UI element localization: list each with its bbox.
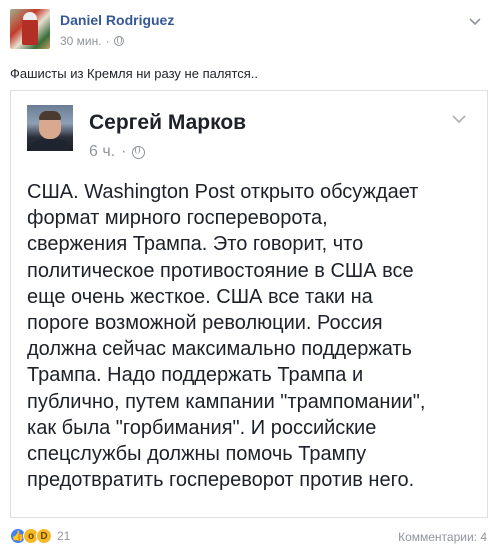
shared-post-body: США. Washington Post открыто обсуждает ф… [27, 179, 482, 493]
body-line: спецслужбы должны помочь Трампу [27, 443, 367, 466]
comments-count-link[interactable]: Комментарии: 4 [398, 530, 487, 544]
author-avatar[interactable] [10, 9, 50, 49]
body-line: пороге возможной революции. Россия [27, 312, 383, 335]
globe-icon[interactable] [113, 36, 124, 46]
body-line: свержения Трампа. Это говорит, что [27, 233, 364, 256]
meta-separator: · [105, 34, 110, 48]
post-footer: 👍 o D 21 Комментарии: 4 [10, 528, 487, 548]
shared-author-avatar[interactable] [27, 105, 73, 151]
body-line: еще очень жесткое. США все таки на [27, 285, 373, 308]
globe-icon [132, 145, 146, 159]
post-text: Фашисты из Кремля ни разу не палятся.. [10, 66, 259, 81]
body-line: Трампа. Надо поддержать Трампа и [27, 364, 364, 387]
body-line: публично, путем кампании "трампомании", [27, 390, 426, 413]
chevron-down-icon[interactable] [467, 14, 483, 30]
shared-post-card[interactable]: Сергей Марков 6 ч. · США. Washington Pos… [10, 90, 488, 518]
post-meta: 30 мин. · [60, 34, 124, 48]
avatar-suit [31, 139, 69, 151]
avatar-hat [23, 12, 37, 20]
post-header: Daniel Rodriguez 30 мин. · [10, 8, 487, 54]
avatar-hair [39, 111, 61, 120]
reactions-summary[interactable]: 👍 o D 21 [10, 528, 70, 544]
body-line: формат мирного госпереворота, [27, 207, 328, 230]
body-line: политическое противостояние в США все [27, 259, 414, 282]
body-line: должна сейчас максимально поддержать [27, 338, 412, 361]
haha-icon: D [36, 528, 52, 544]
shared-meta-separator: · [121, 143, 127, 160]
shared-author-name[interactable]: Сергей Марков [89, 111, 246, 135]
author-name[interactable]: Daniel Rodriguez [60, 12, 174, 28]
body-line: как была "горбимания". И российские [27, 416, 377, 439]
body-line: предотвратить госпереворот против него. [27, 469, 415, 492]
chevron-down-icon [452, 115, 466, 124]
shared-post-meta: 6 ч. · [89, 143, 146, 161]
body-line: США. Washington Post открыто обсуждает [27, 181, 419, 203]
shared-post-timestamp[interactable]: 6 ч. [89, 143, 115, 161]
reaction-count[interactable]: 21 [57, 529, 70, 543]
post-timestamp[interactable]: 30 мин. [60, 34, 102, 48]
